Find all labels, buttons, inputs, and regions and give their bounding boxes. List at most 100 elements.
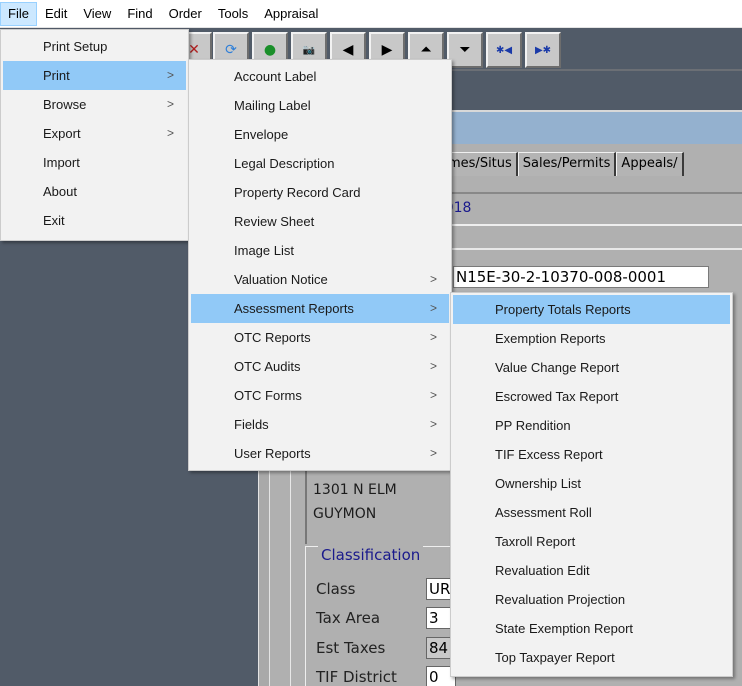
print-menu-item-assessment-reports[interactable]: Assessment Reports > xyxy=(191,294,449,323)
assessment-menu-item-exemption-reports[interactable]: Exemption Reports xyxy=(453,324,730,353)
print-menu-item-user-reports[interactable]: User Reports > xyxy=(191,439,449,468)
situs-address: 1301 N ELM GUYMON xyxy=(305,470,455,544)
assessment-menu-item-revaluation-edit[interactable]: Revaluation Edit xyxy=(453,556,730,585)
tab-sales-permits[interactable]: Sales/Permits xyxy=(517,152,617,176)
menu-tools[interactable]: Tools xyxy=(210,2,256,26)
next-icon: ▶ xyxy=(381,42,393,58)
menu-item-label: Property Totals Reports xyxy=(495,302,631,317)
left-gutter xyxy=(258,450,270,686)
print-menu-item-legal-description[interactable]: Legal Description xyxy=(191,149,449,178)
assessment-menu-item-assessment-roll[interactable]: Assessment Roll xyxy=(453,498,730,527)
assessment-menu-item-pp-rendition[interactable]: PP Rendition xyxy=(453,411,730,440)
delete-x-icon: ✕ xyxy=(188,42,200,58)
assessment-menu-item-taxroll-report[interactable]: Taxroll Report xyxy=(453,527,730,556)
file-menu-item-import[interactable]: Import xyxy=(3,148,186,177)
menu-item-label: Revaluation Projection xyxy=(495,592,626,607)
first-record-icon: ⏶ xyxy=(420,42,432,58)
menu-item-label: Legal Description xyxy=(234,156,335,171)
menu-view[interactable]: View xyxy=(75,2,119,26)
menu-item-label: Ownership List xyxy=(495,476,581,491)
menu-file[interactable]: File xyxy=(0,1,37,26)
print-menu-item-otc-forms[interactable]: OTC Forms > xyxy=(191,381,449,410)
print-menu-item-fields[interactable]: Fields > xyxy=(191,410,449,439)
assessment-menu-item-ownership-list[interactable]: Ownership List xyxy=(453,469,730,498)
submenu-arrow-icon: > xyxy=(166,68,174,82)
last-record-icon: ⏷ xyxy=(459,42,471,58)
globe-icon: ● xyxy=(263,42,277,58)
menu-item-label: Mailing Label xyxy=(234,98,311,113)
menu-item-label: OTC Forms xyxy=(234,388,302,403)
assessment-reports-submenu: Property Totals Reports Exemption Reports… xyxy=(450,292,733,677)
new-after-icon: ▶✱ xyxy=(534,44,552,56)
new-after-button[interactable]: ▶✱ xyxy=(525,32,561,68)
tab-appeals[interactable]: Appeals/ xyxy=(616,152,684,176)
print-menu-item-otc-reports[interactable]: OTC Reports > xyxy=(191,323,449,352)
assessment-menu-item-escrowed-tax-report[interactable]: Escrowed Tax Report xyxy=(453,382,730,411)
assessment-menu-item-property-totals-reports[interactable]: Property Totals Reports xyxy=(453,295,730,324)
assessment-menu-item-value-change-report[interactable]: Value Change Report xyxy=(453,353,730,382)
submenu-arrow-icon: > xyxy=(429,446,437,460)
assessment-menu-item-state-exemption-report[interactable]: State Exemption Report xyxy=(453,614,730,643)
menu-item-label: Property Record Card xyxy=(234,185,361,200)
menu-item-label: Value Change Report xyxy=(495,360,620,375)
file-menu-item-exit[interactable]: Exit xyxy=(3,206,186,235)
refresh-icon: ⟳ xyxy=(225,42,237,58)
menu-find[interactable]: Find xyxy=(119,2,160,26)
assessment-menu-item-tif-excess-report[interactable]: TIF Excess Report xyxy=(453,440,730,469)
situs-line-1: 1301 N ELM xyxy=(313,482,397,498)
print-menu-item-otc-audits[interactable]: OTC Audits > xyxy=(191,352,449,381)
submenu-arrow-icon: > xyxy=(429,272,437,286)
submenu-arrow-icon: > xyxy=(429,417,437,431)
camera-icon: 📷 xyxy=(302,44,316,56)
tif-district-label: TIF District xyxy=(316,668,397,686)
parcel-number-field[interactable]: N15E-30-2-10370-008-0001 xyxy=(453,266,709,288)
menu-appraisal[interactable]: Appraisal xyxy=(256,2,326,26)
submenu-arrow-icon: > xyxy=(429,359,437,373)
submenu-arrow-icon: > xyxy=(166,97,174,111)
submenu-arrow-icon: > xyxy=(429,301,437,315)
file-menu: Print Setup Print > Browse > Export > Import Abo… xyxy=(0,29,189,241)
menu-item-label: Revaluation Edit xyxy=(495,563,590,578)
print-menu-item-property-record-card[interactable]: Property Record Card xyxy=(191,178,449,207)
assessment-menu-item-top-taxpayer-report[interactable]: Top Taxpayer Report xyxy=(453,643,730,672)
tax-area-label: Tax Area xyxy=(316,609,381,627)
print-menu-item-image-list[interactable]: Image List xyxy=(191,236,449,265)
print-menu-item-account-label[interactable]: Account Label xyxy=(191,62,449,91)
print-menu-item-envelope[interactable]: Envelope xyxy=(191,120,449,149)
menu-item-label: TIF Excess Report xyxy=(495,447,603,462)
menu-item-label: Export xyxy=(43,126,81,141)
new-before-icon: ✱◀ xyxy=(495,44,513,56)
file-menu-item-print[interactable]: Print > xyxy=(3,61,186,90)
file-menu-item-about[interactable]: About xyxy=(3,177,186,206)
menu-item-label: OTC Audits xyxy=(234,359,301,374)
submenu-arrow-icon: > xyxy=(429,388,437,402)
print-menu-item-review-sheet[interactable]: Review Sheet xyxy=(191,207,449,236)
classification-legend: Classification xyxy=(318,546,424,564)
frame-divider xyxy=(290,450,291,686)
menu-item-label: Valuation Notice xyxy=(234,272,328,287)
menu-item-label: About xyxy=(43,184,77,199)
situs-line-2: GUYMON xyxy=(313,506,377,522)
submenu-arrow-icon: > xyxy=(166,126,174,140)
new-before-button[interactable]: ✱◀ xyxy=(486,32,522,68)
menu-item-label: Envelope xyxy=(234,127,289,142)
file-menu-item-export[interactable]: Export > xyxy=(3,119,186,148)
last-record-button[interactable]: ⏷ xyxy=(447,32,483,68)
menu-item-label: Image List xyxy=(234,243,294,258)
print-menu-item-valuation-notice[interactable]: Valuation Notice > xyxy=(191,265,449,294)
menu-bar: File Edit View Find Order Tools Appraisa… xyxy=(0,0,742,28)
menu-item-label: Assessment Roll xyxy=(495,505,592,520)
menu-item-label: Review Sheet xyxy=(234,214,315,229)
menu-edit[interactable]: Edit xyxy=(37,2,75,26)
print-menu-item-mailing-label[interactable]: Mailing Label xyxy=(191,91,449,120)
menu-item-label: State Exemption Report xyxy=(495,621,634,636)
menu-item-label: Import xyxy=(43,155,80,170)
file-menu-item-browse[interactable]: Browse > xyxy=(3,90,186,119)
menu-item-label: User Reports xyxy=(234,446,311,461)
menu-item-label: Browse xyxy=(43,97,87,112)
menu-item-label: Escrowed Tax Report xyxy=(495,389,619,404)
menu-order[interactable]: Order xyxy=(161,2,210,26)
file-menu-item-print-setup[interactable]: Print Setup xyxy=(3,32,186,61)
previous-icon: ◀ xyxy=(342,42,354,58)
assessment-menu-item-revaluation-projection[interactable]: Revaluation Projection xyxy=(453,585,730,614)
